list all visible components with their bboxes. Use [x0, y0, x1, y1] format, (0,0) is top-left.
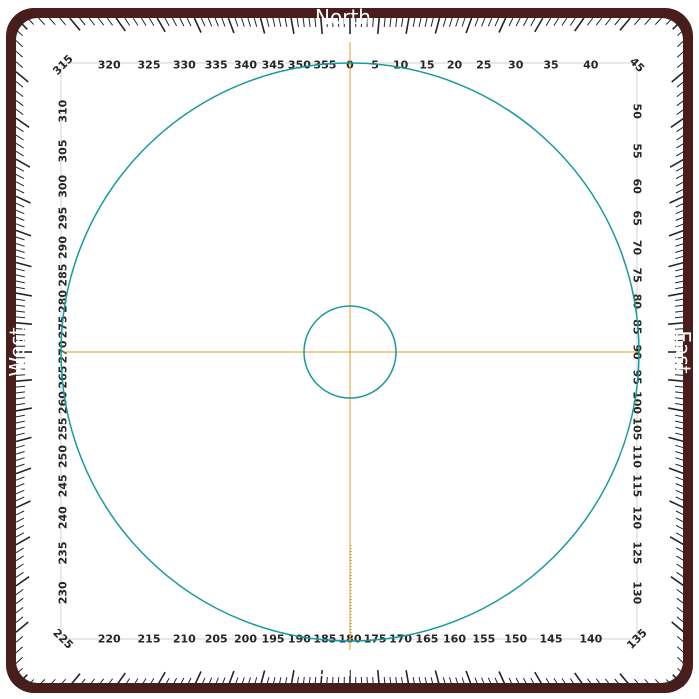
- south-label: South: [314, 657, 372, 681]
- minor-tick: [372, 17, 374, 28]
- degree-label: 285: [57, 264, 70, 287]
- degree-label: 150: [504, 633, 527, 646]
- degree-label: 220: [98, 633, 121, 646]
- degree-label: 70: [631, 240, 644, 256]
- degree-label: 200: [234, 633, 257, 646]
- west-label: West: [5, 327, 29, 376]
- degree-label: 30: [508, 59, 524, 72]
- degree-label: 335: [205, 59, 228, 72]
- degree-label: 165: [415, 633, 438, 646]
- degree-label: 35: [543, 59, 558, 72]
- degree-label: 15: [419, 59, 434, 72]
- degree-label: 295: [57, 207, 70, 230]
- degree-label: 145: [540, 633, 563, 646]
- degree-label: 245: [57, 474, 70, 497]
- degree-label: 330: [173, 59, 196, 72]
- degree-label: 60: [631, 179, 644, 195]
- degree-label: 105: [631, 417, 644, 440]
- minor-tick: [372, 676, 374, 687]
- degree-label: 80: [631, 294, 644, 310]
- degree-label: 240: [57, 506, 70, 529]
- degree-label: 230: [57, 581, 70, 604]
- degree-label: 210: [173, 633, 196, 646]
- degree-label: 50: [631, 104, 644, 120]
- degree-label: 215: [138, 633, 161, 646]
- minor-tick: [674, 328, 685, 330]
- degree-label: 205: [205, 633, 228, 646]
- degree-label: 130: [631, 581, 644, 604]
- degree-label: 325: [138, 59, 161, 72]
- plot-area: [60, 62, 638, 640]
- degree-label: 75: [631, 267, 644, 282]
- degree-label: 310: [57, 99, 70, 122]
- degree-label: 195: [262, 633, 285, 646]
- degree-label: 290: [57, 236, 70, 259]
- degree-label: 10: [393, 59, 409, 72]
- degree-label: 120: [631, 506, 644, 529]
- degree-label: 140: [579, 633, 602, 646]
- degree-label: 20: [447, 59, 463, 72]
- east-label: East: [671, 330, 695, 373]
- degree-label: 160: [443, 633, 466, 646]
- degree-label: 255: [57, 417, 70, 440]
- degree-label: 250: [57, 445, 70, 468]
- degree-label: 235: [57, 542, 70, 565]
- degree-label: 115: [631, 474, 644, 497]
- degree-label: 340: [234, 59, 257, 72]
- degree-label: 110: [631, 445, 644, 468]
- degree-label: 300: [57, 174, 70, 197]
- degree-label: 25: [476, 59, 491, 72]
- compass-rose: 0510152025303540455055606570758085909510…: [5, 5, 695, 693]
- degree-label: 125: [631, 542, 644, 565]
- degree-label: 345: [262, 59, 285, 72]
- north-label: North: [315, 5, 371, 29]
- degree-label: 305: [57, 140, 70, 163]
- minor-tick: [674, 374, 685, 376]
- degree-label: 155: [472, 633, 495, 646]
- degree-label: 40: [583, 59, 599, 72]
- degree-label: 65: [631, 211, 644, 226]
- degree-label: 320: [98, 59, 121, 72]
- degree-label: 55: [631, 143, 644, 158]
